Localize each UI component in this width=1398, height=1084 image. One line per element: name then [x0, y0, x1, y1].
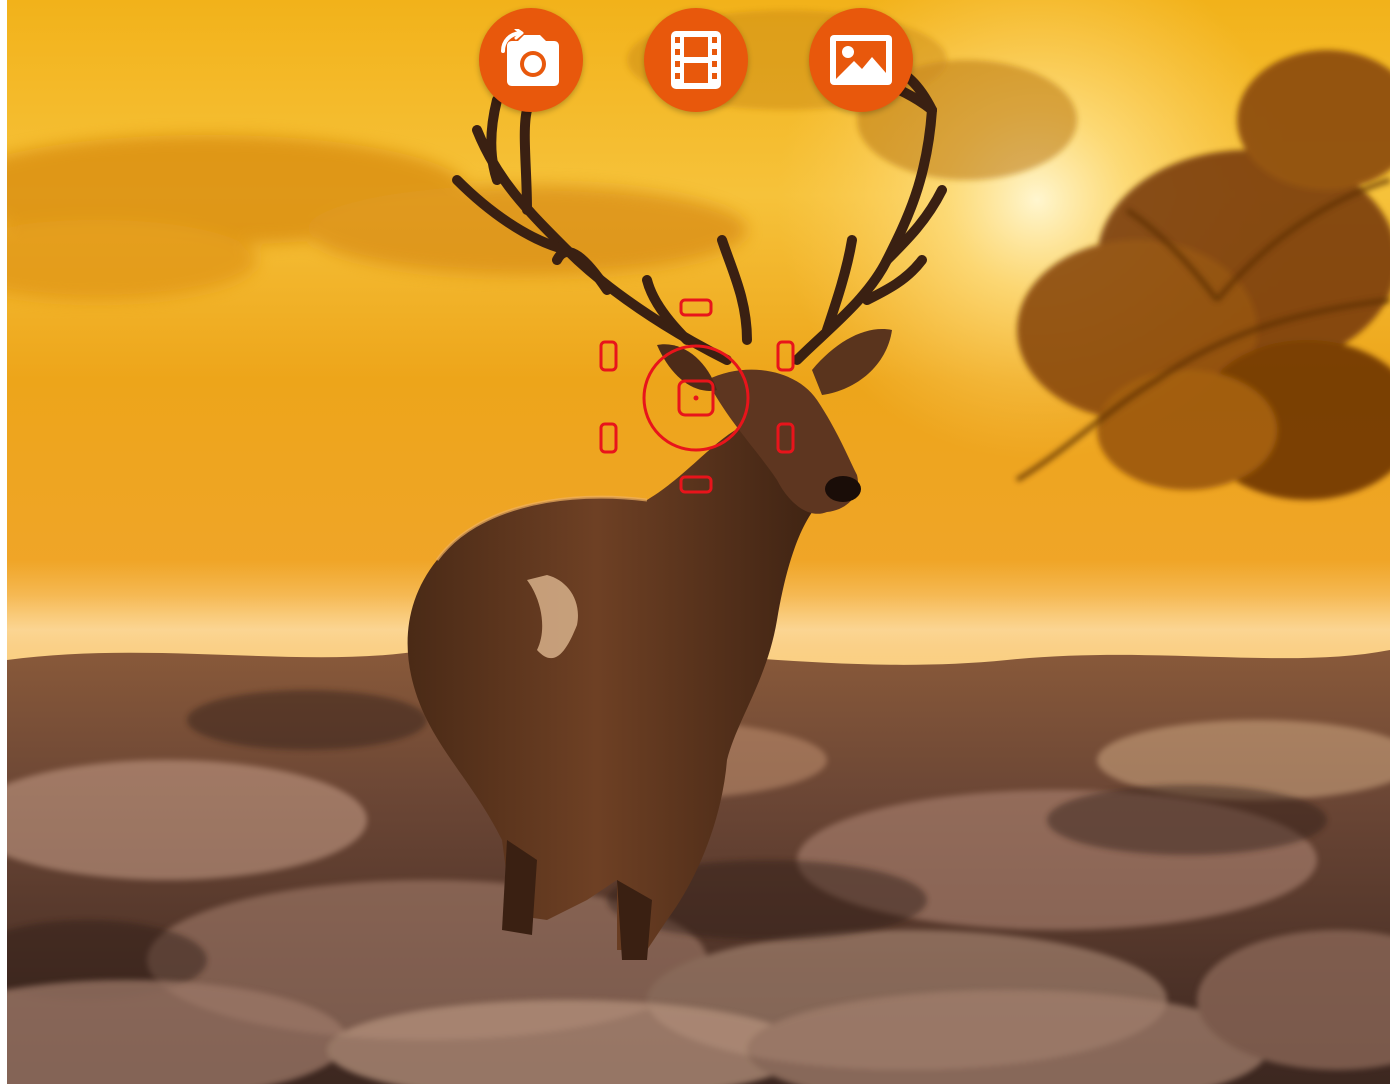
- film-strip-icon: [671, 31, 721, 89]
- gallery-button[interactable]: [809, 8, 913, 112]
- camera-switch-icon: [501, 29, 559, 86]
- capture-mode-bar: [7, 8, 1390, 112]
- video-mode-button[interactable]: [644, 8, 748, 112]
- image-gallery-icon: [830, 35, 892, 85]
- camera-viewfinder[interactable]: [7, 0, 1390, 1084]
- viewfinder-preview-image: [7, 0, 1390, 1084]
- photo-mode-button[interactable]: [479, 8, 583, 112]
